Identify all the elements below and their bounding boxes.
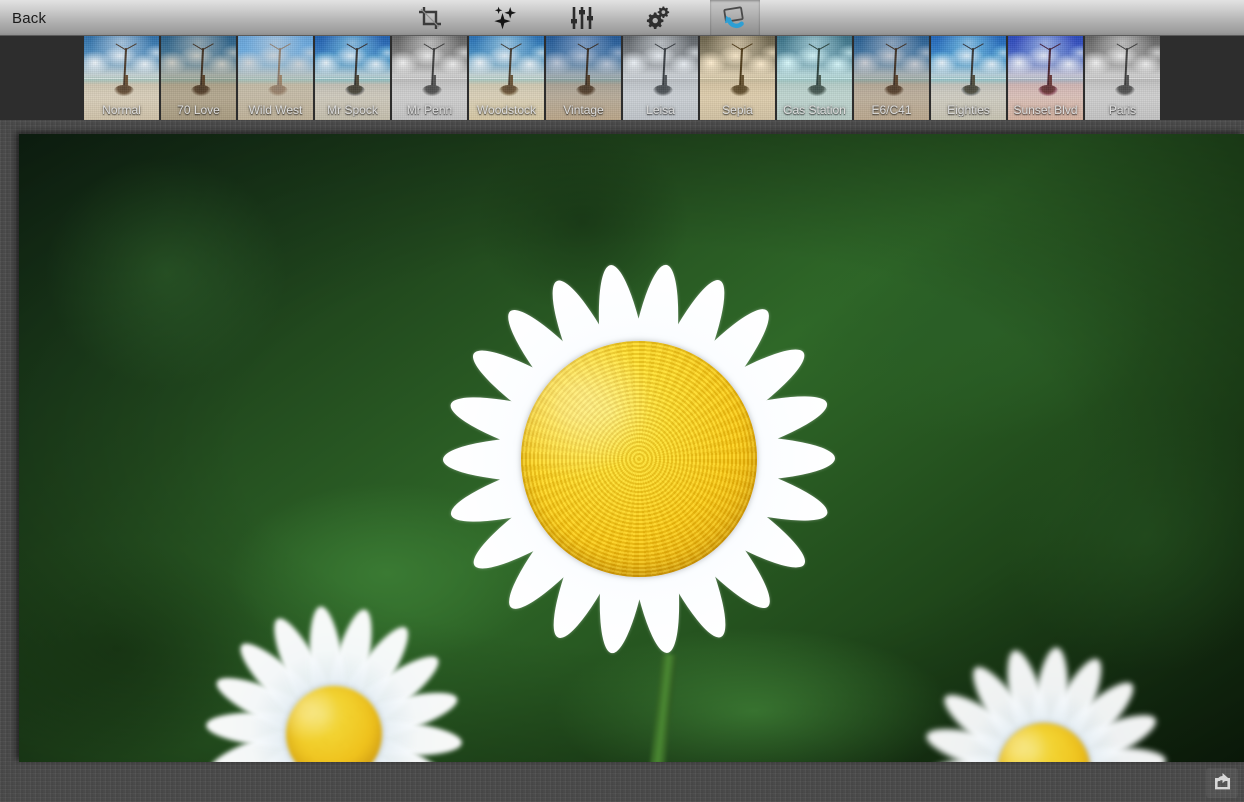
rotate-icon (720, 4, 750, 32)
rotate-tool-button[interactable] (710, 0, 760, 35)
filter-thumb-sepia[interactable]: Sepia (700, 36, 775, 120)
photo-editor-app: Back Normal 70 Love Wild West Mr Spock M… (0, 0, 1244, 802)
daisy-right (879, 604, 1209, 762)
filter-thumb-wild-west[interactable]: Wild West (238, 36, 313, 120)
share-button[interactable] (1206, 768, 1238, 798)
filter-thumb-mr-spock[interactable]: Mr Spock (315, 36, 390, 120)
filter-thumb-label: Normal (102, 103, 141, 117)
top-toolbar: Back (0, 0, 1244, 36)
filter-thumb-woodstock[interactable]: Woodstock (469, 36, 544, 120)
filter-thumb-label: Leisa (646, 103, 675, 117)
photo-canvas[interactable] (19, 134, 1244, 762)
filter-thumb-e6-c41[interactable]: E6/C41 (854, 36, 929, 120)
settings-tool-button[interactable] (632, 0, 682, 35)
back-button[interactable]: Back (0, 0, 60, 36)
sliders-icon (570, 5, 594, 31)
filter-thumb-label: Wild West (248, 103, 303, 117)
adjust-tool-button[interactable] (557, 0, 607, 35)
filter-thumb-normal[interactable]: Normal (84, 36, 159, 120)
filter-thumb-label: Mr Penn (406, 103, 453, 117)
filter-thumb-label: Vintage (563, 103, 604, 117)
filter-thumb-leisa[interactable]: Leisa (623, 36, 698, 120)
filter-thumb-label: E6/C41 (871, 103, 912, 117)
filter-thumb-label: Sunset Blvd (1013, 103, 1078, 117)
share-icon (1212, 772, 1232, 795)
filter-thumb-70-love[interactable]: 70 Love (161, 36, 236, 120)
daisy-left (164, 564, 504, 762)
back-button-label: Back (12, 9, 47, 27)
filter-thumb-sunset-blvd[interactable]: Sunset Blvd (1008, 36, 1083, 120)
filter-thumb-label: Sepia (722, 103, 753, 117)
filter-thumb-mr-penn[interactable]: Mr Penn (392, 36, 467, 120)
filter-thumb-label: 70 Love (177, 103, 220, 117)
filter-thumb-label: Paris (1108, 103, 1137, 117)
filter-track: Normal 70 Love Wild West Mr Spock Mr Penn Woo… (84, 36, 1162, 120)
sparkle-icon (492, 4, 520, 32)
filter-strip[interactable]: Normal 70 Love Wild West Mr Spock Mr Penn Woo… (0, 36, 1244, 120)
bottom-bar (0, 762, 1244, 802)
gears-icon (643, 5, 671, 31)
effects-tool-button[interactable] (481, 0, 531, 35)
daisy-core-texture (521, 341, 757, 577)
filter-thumb-paris[interactable]: Paris (1085, 36, 1160, 120)
filter-thumb-eighties[interactable]: Eighties (931, 36, 1006, 120)
filter-thumb-label: Mr Spock (327, 103, 378, 117)
filter-thumb-label: Eighties (947, 103, 990, 117)
crop-icon (417, 5, 443, 31)
filter-thumb-gas-station[interactable]: Gas Station (777, 36, 852, 120)
filter-thumb-vintage[interactable]: Vintage (546, 36, 621, 120)
filter-thumb-label: Woodstock (476, 103, 537, 117)
crop-tool-button[interactable] (405, 0, 455, 35)
filter-thumb-label: Gas Station (783, 103, 846, 117)
daisy-core (521, 341, 757, 577)
photo-image (19, 134, 1244, 762)
